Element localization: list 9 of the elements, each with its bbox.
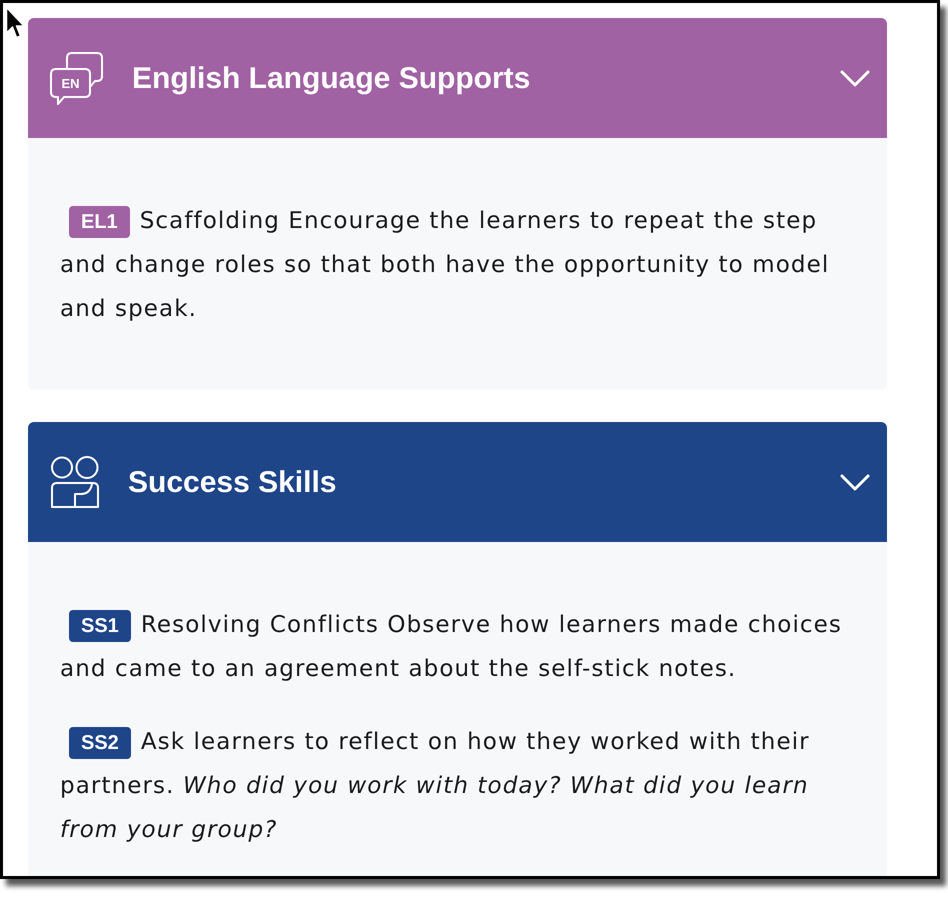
- accordion-header[interactable]: Success Skills: [28, 422, 887, 542]
- code-tag: SS1: [69, 610, 131, 642]
- code-tag: SS2: [69, 727, 131, 759]
- note-text: SS1 Resolving Conflicts Observe how learners made choices and came to an agreement about the self-stick notes.: [60, 609, 844, 684]
- accordion-header[interactable]: EN English Language Supports: [28, 18, 887, 138]
- note-text: EL1 Scaffolding Encourage the learners to repeat the step and change roles so that both have the opportunity to model and speak.: [60, 205, 830, 324]
- note-text: SS2 Ask learners to reflect on how they worked with their partners. Who did you work with today? What did you learn from your group?: [60, 726, 811, 845]
- two-people-icon: [50, 456, 100, 508]
- code-tag: EL1: [69, 206, 130, 238]
